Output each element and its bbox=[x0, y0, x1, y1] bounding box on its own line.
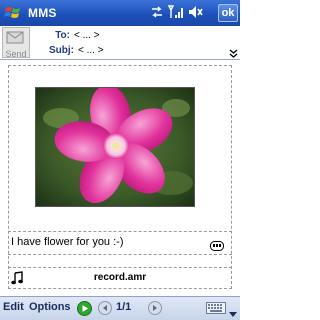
send-envelope-icon bbox=[6, 30, 26, 49]
volume-icon[interactable] bbox=[188, 4, 204, 20]
send-label: Send bbox=[5, 49, 27, 59]
connectivity-icon[interactable] bbox=[150, 5, 164, 19]
subject-label: Subj: bbox=[49, 44, 74, 56]
status-icons bbox=[150, 4, 204, 20]
subject-field[interactable]: Subj: < ... > bbox=[44, 43, 104, 57]
image-region[interactable] bbox=[10, 67, 230, 227]
keyboard-icon[interactable] bbox=[206, 301, 226, 320]
signal-strength-icon[interactable] bbox=[168, 4, 184, 20]
options-menu[interactable]: Options bbox=[29, 301, 71, 313]
to-field[interactable]: To: < ... > bbox=[44, 28, 100, 42]
next-slide-icon[interactable] bbox=[148, 301, 162, 320]
previous-slide-icon[interactable] bbox=[98, 301, 112, 320]
title-bar: MMS ok bbox=[0, 0, 240, 26]
edit-menu[interactable]: Edit bbox=[3, 301, 24, 313]
keyboard-menu-arrow-icon[interactable] bbox=[229, 305, 237, 320]
to-value[interactable]: < ... > bbox=[74, 30, 100, 41]
ok-button[interactable]: ok bbox=[218, 4, 238, 22]
flower-picture[interactable] bbox=[35, 84, 195, 207]
to-label: To: bbox=[55, 29, 70, 41]
slide-page-indicator: 1/1 bbox=[116, 301, 132, 313]
audio-filename: record.amr bbox=[93, 272, 147, 283]
message-header: Send To: < ... > Subj: < ... > bbox=[0, 26, 240, 60]
app-title: MMS bbox=[28, 6, 57, 20]
message-text[interactable]: I have flower for you :-) bbox=[11, 236, 124, 248]
slide-content: I have flower for you :-) record.amr bbox=[0, 61, 240, 294]
windows-start-icon[interactable] bbox=[0, 0, 26, 26]
menu-bar: Edit Options 1/1 bbox=[0, 296, 240, 320]
subject-value[interactable]: < ... > bbox=[78, 45, 104, 56]
text-region[interactable]: I have flower for you :-) bbox=[8, 231, 232, 255]
play-icon[interactable] bbox=[77, 301, 92, 320]
send-button[interactable]: Send bbox=[2, 27, 30, 59]
text-object-icon bbox=[210, 238, 224, 256]
audio-region[interactable]: record.amr bbox=[8, 267, 232, 289]
